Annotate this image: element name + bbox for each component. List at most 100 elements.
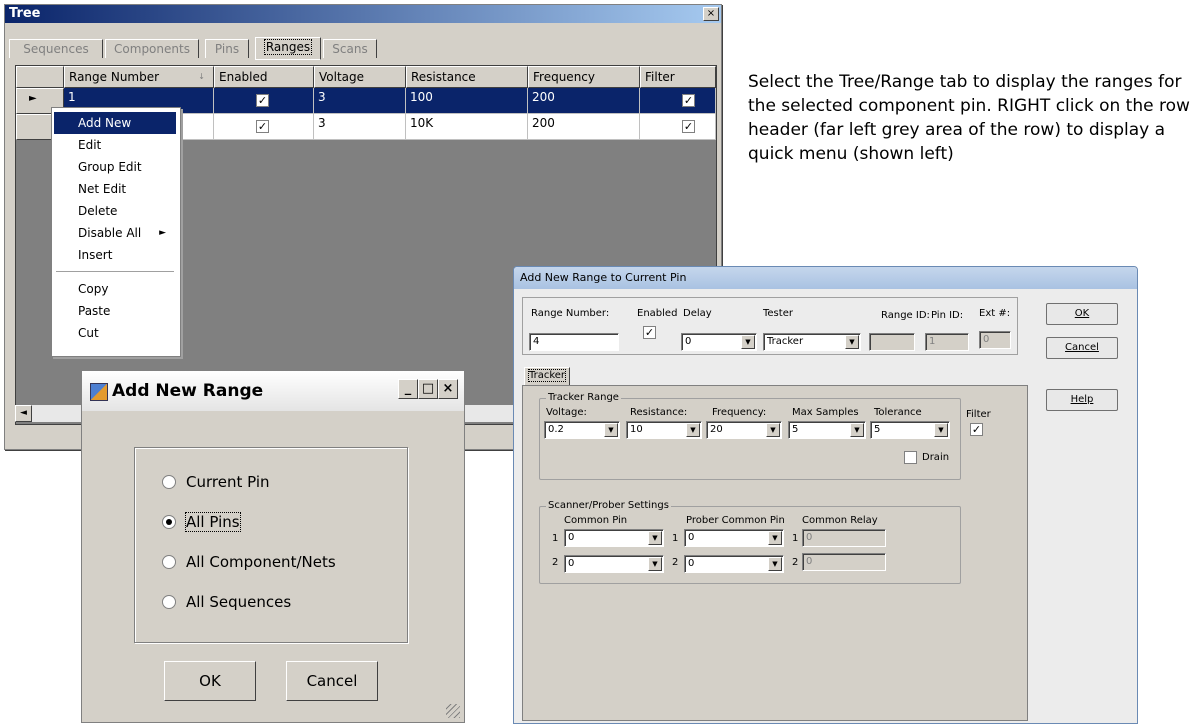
menu-item-cut[interactable]: Cut — [54, 322, 176, 344]
dialog-title: Add New Range — [112, 381, 264, 401]
scroll-left-icon[interactable]: ◄ — [15, 405, 32, 422]
ok-button[interactable]: OK — [164, 661, 256, 701]
filter-checkbox[interactable]: ✓ — [682, 120, 695, 133]
menu-item-disable-all[interactable]: Disable All ► — [54, 222, 176, 244]
chevron-down-icon[interactable]: ▼ — [850, 423, 864, 437]
max-samples-dropdown[interactable]: 5 ▼ — [788, 421, 866, 439]
ext-field: 0 — [979, 331, 1011, 349]
help-button[interactable]: Help — [1046, 389, 1118, 411]
ok-button[interactable]: OK — [1046, 303, 1118, 325]
col-header-range-number[interactable]: Range Number ↓ — [64, 66, 214, 88]
minimize-button[interactable]: _ — [398, 379, 418, 399]
col-header-filter[interactable]: Filter — [640, 66, 716, 88]
chevron-down-icon[interactable]: ▼ — [768, 531, 782, 545]
enabled-checkbox[interactable]: ✓ — [256, 94, 269, 107]
chevron-down-icon[interactable]: ▼ — [686, 423, 700, 437]
instruction-text: Select the Tree/Range tab to display the… — [748, 72, 1190, 164]
cancel-button[interactable]: Cancel — [1046, 337, 1118, 359]
row-number: 2 — [792, 557, 799, 568]
menu-item-net-edit[interactable]: Net Edit — [54, 178, 176, 200]
chevron-down-icon[interactable]: ▼ — [845, 335, 859, 349]
cell-frequency[interactable]: 200 — [528, 88, 640, 114]
prober-common-pin-dropdown-2[interactable]: 0 ▼ — [684, 555, 784, 573]
radio-current-pin[interactable] — [162, 475, 176, 489]
prober-common-pin-dropdown-1[interactable]: 0 ▼ — [684, 529, 784, 547]
menu-item-add-new[interactable]: Add New — [54, 112, 176, 134]
chevron-down-icon[interactable]: ▼ — [766, 423, 780, 437]
menu-separator — [56, 271, 174, 272]
label-all-pins[interactable]: All Pins — [185, 512, 241, 532]
col-header-resistance[interactable]: Resistance — [406, 66, 528, 88]
tracker-range-group: Tracker Range Voltage: 0.2 ▼ Resistance: … — [539, 392, 991, 480]
radio-all-sequences[interactable] — [162, 595, 176, 609]
radio-all-pins[interactable] — [162, 515, 176, 529]
voltage-dropdown[interactable]: 0.2 ▼ — [544, 421, 620, 439]
menu-item-group-edit[interactable]: Group Edit — [54, 156, 176, 178]
range-number-field[interactable]: 4 — [529, 333, 619, 351]
tab-sequences[interactable]: Sequences — [9, 39, 103, 58]
col-header-enabled[interactable]: Enabled — [214, 66, 314, 88]
max-samples-label: Max Samples — [792, 407, 859, 418]
menu-item-edit[interactable]: Edit — [54, 134, 176, 156]
tab-label: Tracker — [527, 369, 567, 382]
frequency-label: Frequency: — [712, 407, 767, 418]
cell-enabled[interactable]: ✓ — [214, 114, 314, 140]
cell-filter[interactable]: ✓ — [640, 88, 716, 114]
menu-item-copy[interactable]: Copy — [54, 278, 176, 300]
tolerance-dropdown[interactable]: 5 ▼ — [870, 421, 950, 439]
col-header-frequency[interactable]: Frequency — [528, 66, 640, 88]
tester-dropdown[interactable]: Tracker ▼ — [763, 333, 861, 351]
tab-tracker[interactable]: Tracker — [524, 367, 570, 386]
delay-label: Delay — [683, 308, 712, 319]
cell-resistance[interactable]: 10K — [406, 114, 528, 140]
label-all-sequences[interactable]: All Sequences — [186, 593, 291, 611]
common-relay-label: Common Relay — [802, 515, 878, 526]
tab-scans[interactable]: Scans — [323, 39, 377, 58]
add-new-range-dialog: Add New Range _ □ × Current Pin All Pins… — [81, 370, 465, 723]
chevron-down-icon[interactable]: ▼ — [768, 557, 782, 571]
range-id-field — [869, 333, 915, 351]
resistance-dropdown[interactable]: 10 ▼ — [626, 421, 702, 439]
enabled-checkbox[interactable]: ✓ — [643, 326, 656, 339]
cell-filter[interactable]: ✓ — [640, 114, 716, 140]
tolerance-label: Tolerance — [874, 407, 922, 418]
pin-id-field: 1 — [925, 333, 969, 351]
common-pin-dropdown-1[interactable]: 0 ▼ — [564, 529, 664, 547]
maximize-button[interactable]: □ — [418, 379, 438, 399]
frequency-dropdown[interactable]: 20 ▼ — [706, 421, 782, 439]
cell-enabled[interactable]: ✓ — [214, 88, 314, 114]
close-button[interactable]: × — [438, 379, 458, 399]
resize-grip-icon[interactable] — [446, 704, 460, 718]
tab-components[interactable]: Components — [105, 39, 199, 58]
cell-frequency[interactable]: 200 — [528, 114, 640, 140]
cell-voltage[interactable]: 3 — [314, 88, 406, 114]
drain-checkbox[interactable] — [904, 451, 917, 464]
enabled-checkbox[interactable]: ✓ — [256, 120, 269, 133]
tab-pins[interactable]: Pins — [205, 39, 249, 58]
chevron-down-icon[interactable]: ▼ — [741, 335, 755, 349]
cell-resistance[interactable]: 100 — [406, 88, 528, 114]
label-current-pin[interactable]: Current Pin — [186, 473, 270, 491]
common-pin-dropdown-2[interactable]: 0 ▼ — [564, 555, 664, 573]
col-label: Enabled — [219, 70, 268, 84]
menu-item-insert[interactable]: Insert — [54, 244, 176, 266]
delay-dropdown[interactable]: 0 ▼ — [681, 333, 757, 351]
radio-all-component-nets[interactable] — [162, 555, 176, 569]
col-header-voltage[interactable]: Voltage — [314, 66, 406, 88]
filter-checkbox[interactable]: ✓ — [970, 423, 983, 436]
chevron-down-icon[interactable]: ▼ — [648, 557, 662, 571]
chevron-down-icon[interactable]: ▼ — [648, 531, 662, 545]
chevron-down-icon[interactable]: ▼ — [934, 423, 948, 437]
tab-ranges[interactable]: Ranges — [255, 37, 321, 60]
filter-checkbox[interactable]: ✓ — [682, 94, 695, 107]
menu-item-paste[interactable]: Paste — [54, 300, 176, 322]
range-id-label: Range ID: — [881, 310, 930, 321]
label-all-component-nets[interactable]: All Component/Nets — [186, 553, 336, 571]
cell-voltage[interactable]: 3 — [314, 114, 406, 140]
tree-close-button[interactable]: × — [703, 7, 719, 21]
menu-item-delete[interactable]: Delete — [54, 200, 176, 222]
chevron-down-icon[interactable]: ▼ — [604, 423, 618, 437]
voltage-label: Voltage: — [546, 407, 587, 418]
cancel-button[interactable]: Cancel — [286, 661, 378, 701]
group-title: Tracker Range — [546, 392, 621, 403]
